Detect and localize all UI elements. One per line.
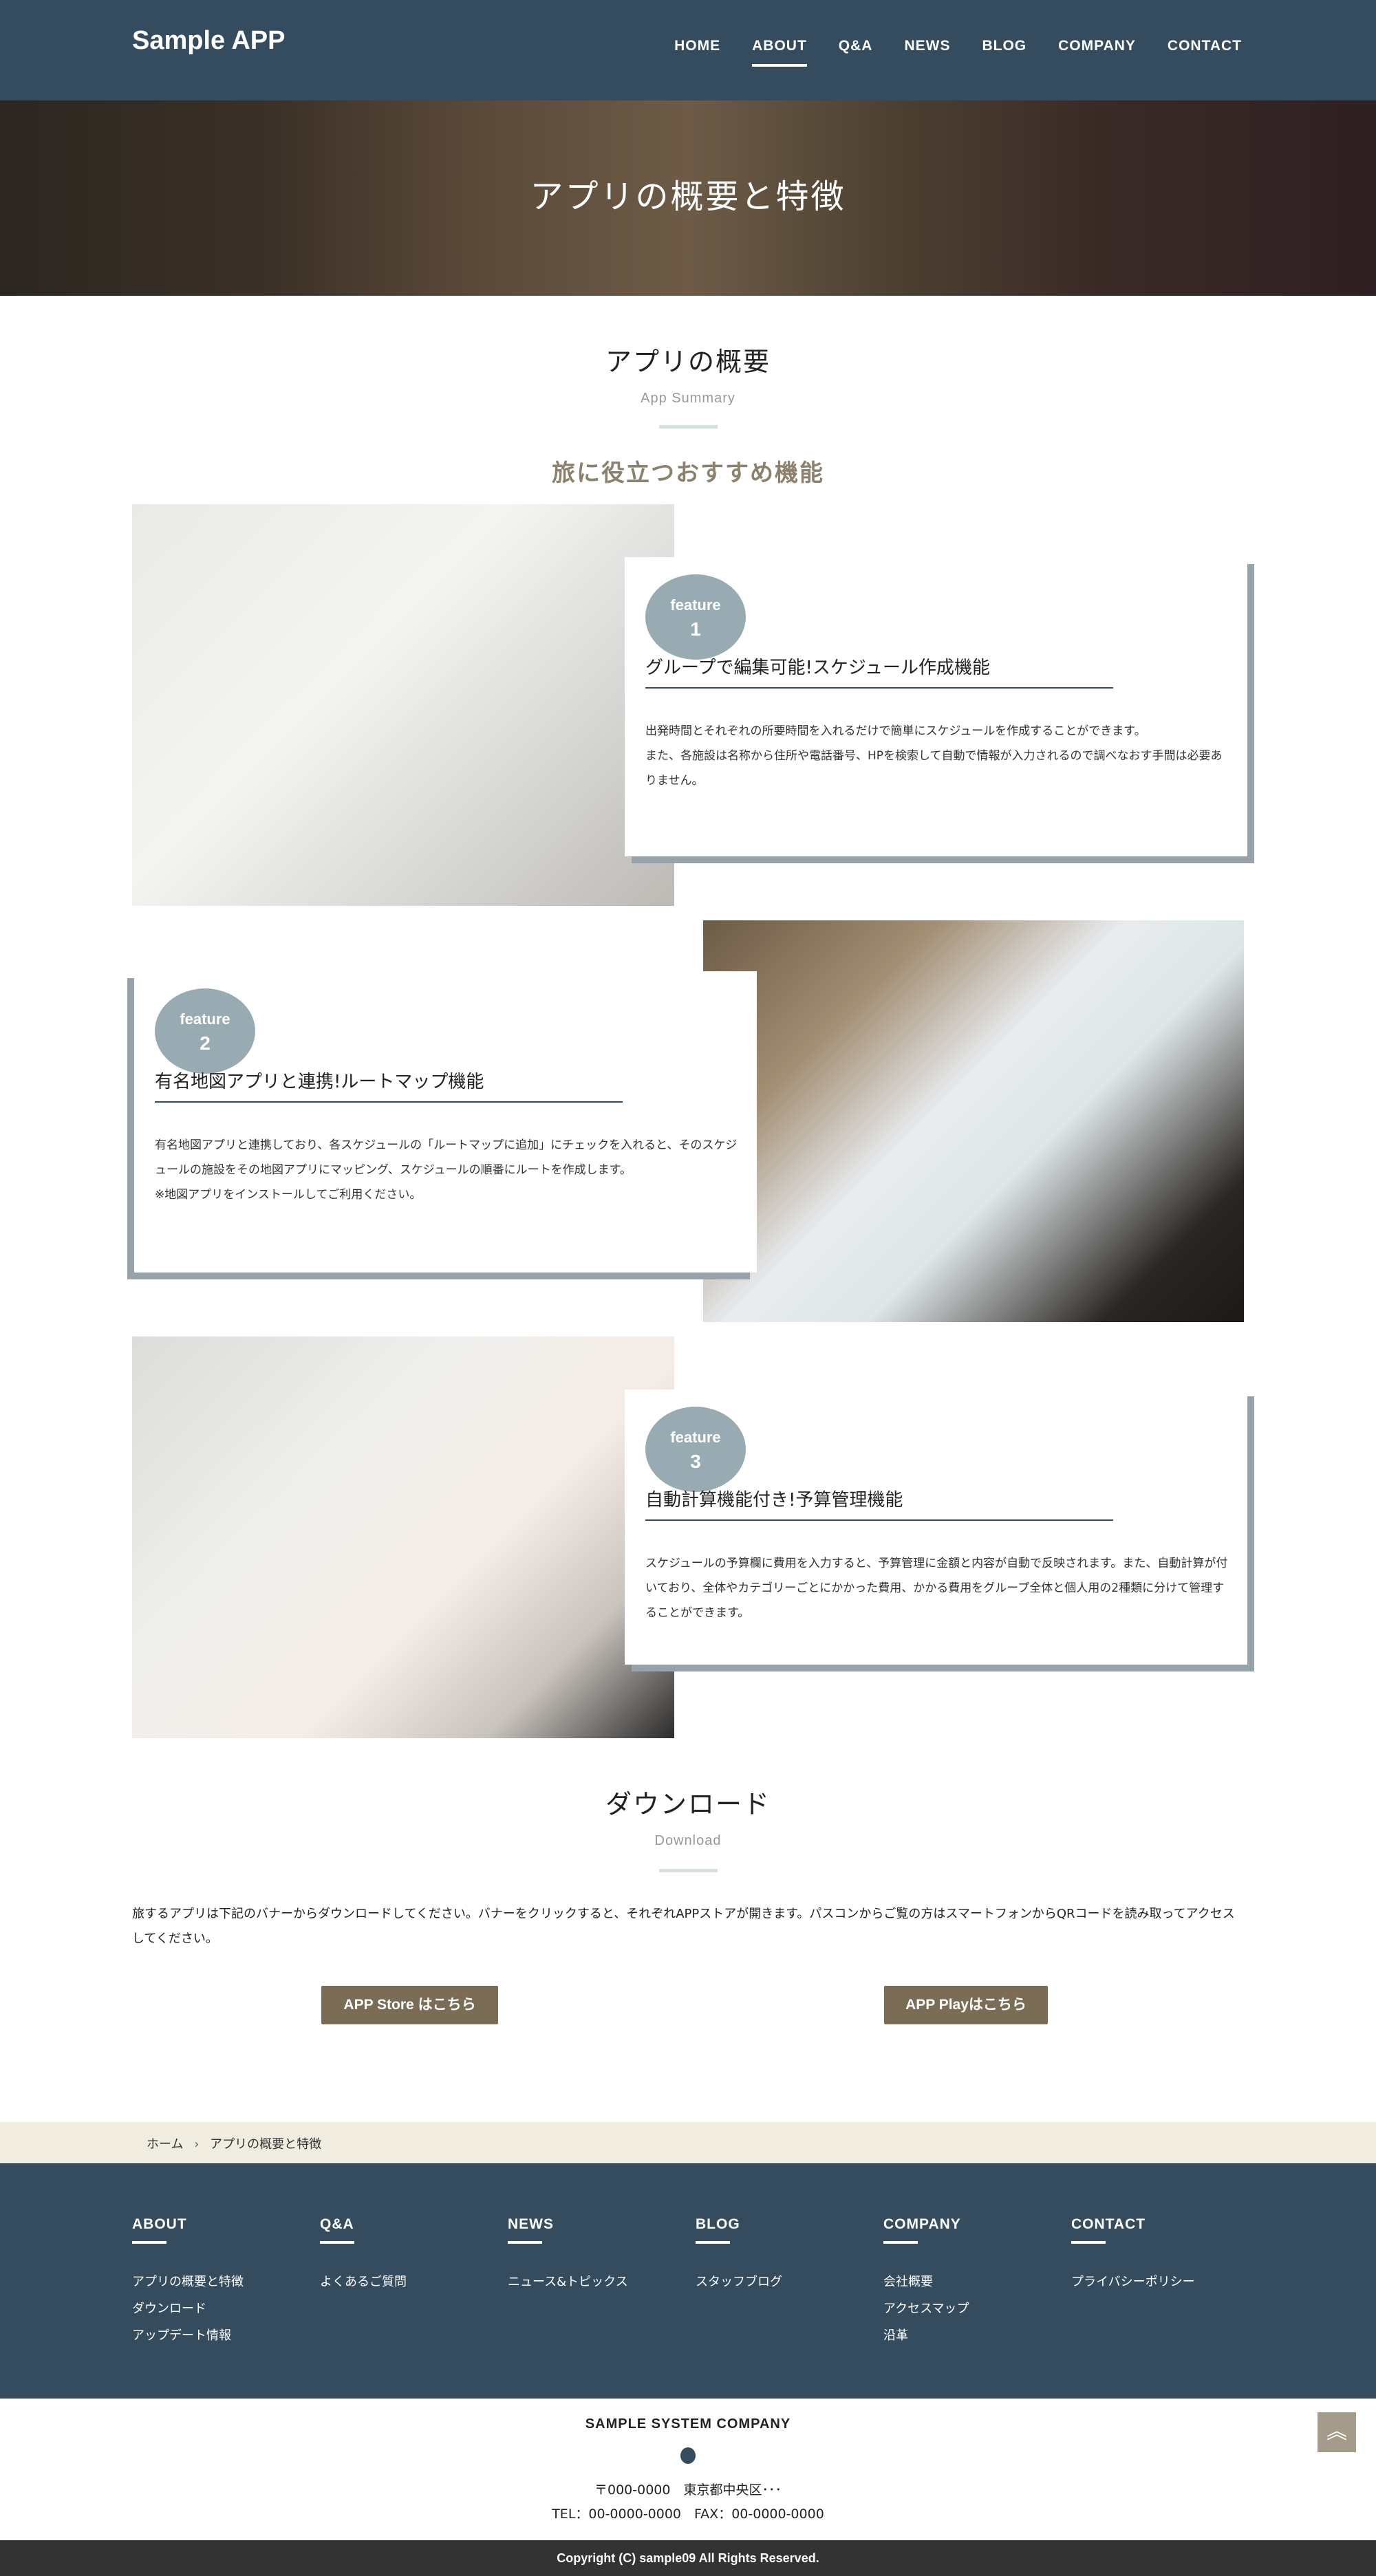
- footer-column-about: ABOUT アプリの概要と特徴 ダウンロード アップデート情報: [132, 2216, 311, 2349]
- footer-link[interactable]: ダウンロード: [132, 2295, 311, 2322]
- footer-link[interactable]: アクセスマップ: [883, 2295, 1062, 2322]
- site-header: Sample APP HOME ABOUT Q&A NEWS BLOG COMP…: [0, 0, 1376, 100]
- footer-column-news: NEWS ニュース&トピックス: [508, 2216, 687, 2295]
- section-subtitle-summary: App Summary: [641, 391, 735, 406]
- hero-banner: アプリの概要と特徴: [0, 100, 1376, 296]
- feature-1-image: [132, 504, 674, 906]
- footer-heading[interactable]: CONTACT: [1071, 2216, 1250, 2233]
- feature-title: 有名地図アプリと連携!ルートマップ機能: [155, 1068, 623, 1103]
- feature-title: グループで編集可能!スケジュール作成機能: [645, 653, 1113, 689]
- company-name: SAMPLE SYSTEM COMPANY: [585, 2416, 791, 2432]
- breadcrumb: ホーム › アプリの概要と特徴: [0, 2122, 1376, 2163]
- footer-column-qa: Q&A よくあるご質問: [320, 2216, 499, 2295]
- breadcrumb-separator-icon: ›: [194, 2137, 200, 2152]
- logo[interactable]: Sample APP: [132, 26, 285, 56]
- footer-link[interactable]: 会社概要: [883, 2269, 1062, 2295]
- nav-company[interactable]: COMPANY: [1058, 38, 1136, 54]
- feature-card-2: feature 2 有名地図アプリと連携!ルートマップ機能 有名地図アプリと連携し…: [134, 971, 757, 1273]
- section-title-download: ダウンロード: [605, 1789, 771, 1819]
- feature-title: 自動計算機能付き!予算管理機能: [645, 1486, 1113, 1521]
- feature-3-image: [132, 1336, 674, 1738]
- footer-nav: ABOUT アプリの概要と特徴 ダウンロード アップデート情報 Q&A よくある…: [0, 2163, 1376, 2399]
- app-play-button[interactable]: APP Playはこちら: [884, 1986, 1048, 2024]
- copyright: Copyright (C) sample09 All Rights Reserv…: [0, 2540, 1376, 2576]
- feature-badge: feature 2: [155, 988, 255, 1074]
- feature-text: 有名地図アプリと連携しており、各スケジュールの「ルートマップに追加」にチェックを…: [155, 1138, 738, 1202]
- double-chevron-up-icon: ︽: [1326, 2420, 1347, 2444]
- footer-column-company: COMPANY 会社概要 アクセスマップ 沿革: [883, 2216, 1062, 2349]
- breadcrumb-current: アプリの概要と特徴: [210, 2137, 322, 2152]
- footer-heading[interactable]: BLOG: [696, 2216, 874, 2233]
- footer-heading[interactable]: ABOUT: [132, 2216, 311, 2233]
- company-phone: TEL：00-0000-0000 FAX：00-0000-0000: [552, 2507, 824, 2522]
- nav-contact[interactable]: CONTACT: [1168, 38, 1242, 54]
- feature-card-1: feature 1 グループで編集可能!スケジュール作成機能 出発時間とそれぞれの…: [625, 557, 1247, 856]
- footer-heading[interactable]: Q&A: [320, 2216, 499, 2233]
- footer-heading[interactable]: COMPANY: [883, 2216, 1062, 2233]
- footer-link[interactable]: アップデート情報: [132, 2322, 311, 2349]
- footer-link[interactable]: プライバシーポリシー: [1071, 2269, 1250, 2295]
- section-divider: [659, 425, 718, 429]
- main-nav: HOME ABOUT Q&A NEWS BLOG COMPANY CONTACT: [674, 38, 1242, 67]
- nav-qa[interactable]: Q&A: [839, 38, 873, 54]
- footer-link[interactable]: 沿革: [883, 2322, 1062, 2349]
- section-subtitle-download: Download: [654, 1833, 722, 1848]
- footer-link[interactable]: よくあるご質問: [320, 2269, 499, 2295]
- download-description: 旅するアプリは下記のバナーからダウンロードしてください。バナーをクリックすると、…: [132, 1907, 1235, 1946]
- features-heading: 旅に役立つおすすめ機能: [552, 459, 824, 487]
- nav-news[interactable]: NEWS: [904, 38, 950, 54]
- footer-link[interactable]: ニュース&トピックス: [508, 2269, 687, 2295]
- section-divider: [659, 1869, 718, 1872]
- section-title-summary: アプリの概要: [605, 347, 771, 377]
- nav-home[interactable]: HOME: [674, 38, 720, 54]
- breadcrumb-home[interactable]: ホーム: [147, 2137, 183, 2152]
- feature-badge: feature 1: [645, 574, 746, 660]
- footer-heading[interactable]: NEWS: [508, 2216, 687, 2233]
- company-logo-dot: [680, 2447, 696, 2464]
- nav-blog[interactable]: BLOG: [982, 38, 1026, 54]
- company-address: 〒000-0000 東京都中央区･･･: [594, 2482, 782, 2498]
- footer-column-contact: CONTACT プライバシーポリシー: [1071, 2216, 1250, 2295]
- footer-link[interactable]: スタッフブログ: [696, 2269, 874, 2295]
- feature-card-3: feature 3 自動計算機能付き!予算管理機能 スケジュールの予算欄に費用を入…: [625, 1389, 1247, 1665]
- feature-badge: feature 3: [645, 1407, 746, 1492]
- back-to-top-button[interactable]: ︽: [1318, 2412, 1356, 2452]
- feature-2-image: [703, 920, 1244, 1322]
- feature-text: 出発時間とそれぞれの所要時間を入れるだけで簡単にスケジュールを作成することができ…: [645, 724, 1223, 788]
- page-title: アプリの概要と特徴: [530, 177, 846, 216]
- feature-text: スケジュールの予算欄に費用を入力すると、予算管理に金額と内容が自動で反映されます…: [645, 1557, 1228, 1620]
- app-store-button[interactable]: APP Store はこちら: [321, 1986, 498, 2024]
- footer-link[interactable]: アプリの概要と特徴: [132, 2269, 311, 2295]
- nav-about[interactable]: ABOUT: [752, 38, 807, 67]
- footer-column-blog: BLOG スタッフブログ: [696, 2216, 874, 2295]
